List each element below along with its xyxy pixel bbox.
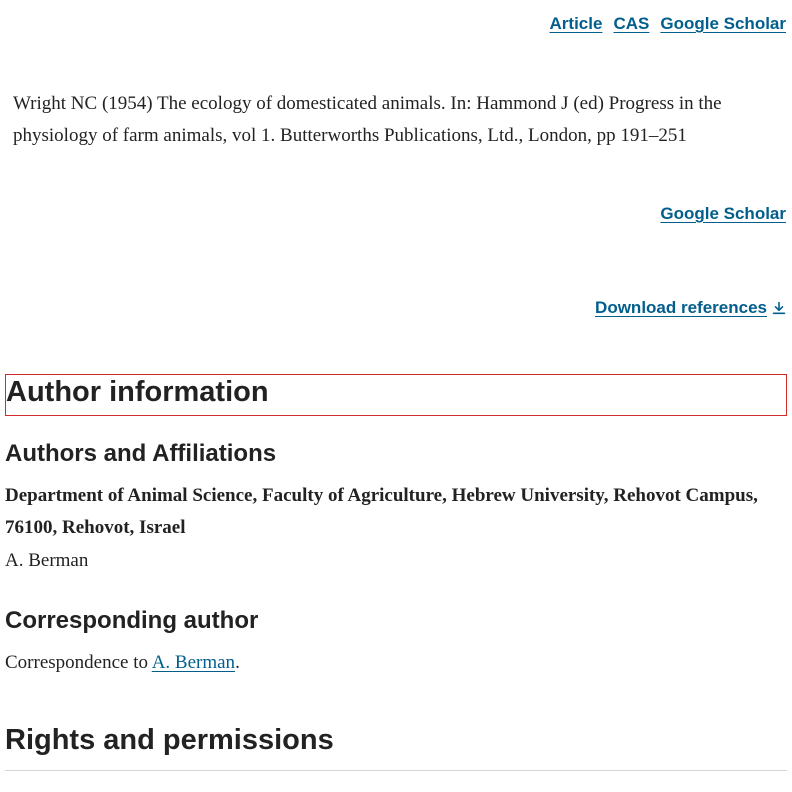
- article-link[interactable]: Article: [550, 14, 603, 34]
- download-references-link[interactable]: Download references: [595, 298, 786, 318]
- affiliation-text: Department of Animal Science, Faculty of…: [5, 485, 758, 538]
- download-icon: [772, 301, 786, 315]
- reference-links: Article CAS Google Scholar: [550, 14, 786, 34]
- correspondence-author-link[interactable]: A. Berman: [152, 652, 235, 673]
- download-references-label: Download references: [595, 298, 767, 317]
- google-scholar-link-secondary[interactable]: Google Scholar: [660, 204, 786, 223]
- correspondence-line: Correspondence to A. Berman.: [5, 647, 240, 679]
- cas-link[interactable]: CAS: [613, 14, 649, 34]
- author-information-heading: Author information: [5, 374, 787, 416]
- rights-permissions-heading: Rights and permissions: [5, 724, 334, 756]
- correspondence-prefix: Correspondence to: [5, 652, 152, 673]
- reference-links-secondary: Google Scholar: [660, 204, 786, 224]
- reference-citation: Wright NC (1954) The ecology of domestic…: [13, 93, 722, 146]
- corresponding-author-heading: Corresponding author: [5, 607, 259, 634]
- affiliation-author: A. Berman: [5, 550, 89, 571]
- section-divider: [5, 770, 787, 771]
- correspondence-suffix: .: [235, 652, 240, 673]
- google-scholar-link[interactable]: Google Scholar: [660, 14, 786, 34]
- authors-affiliations-heading: Authors and Affiliations: [5, 440, 277, 467]
